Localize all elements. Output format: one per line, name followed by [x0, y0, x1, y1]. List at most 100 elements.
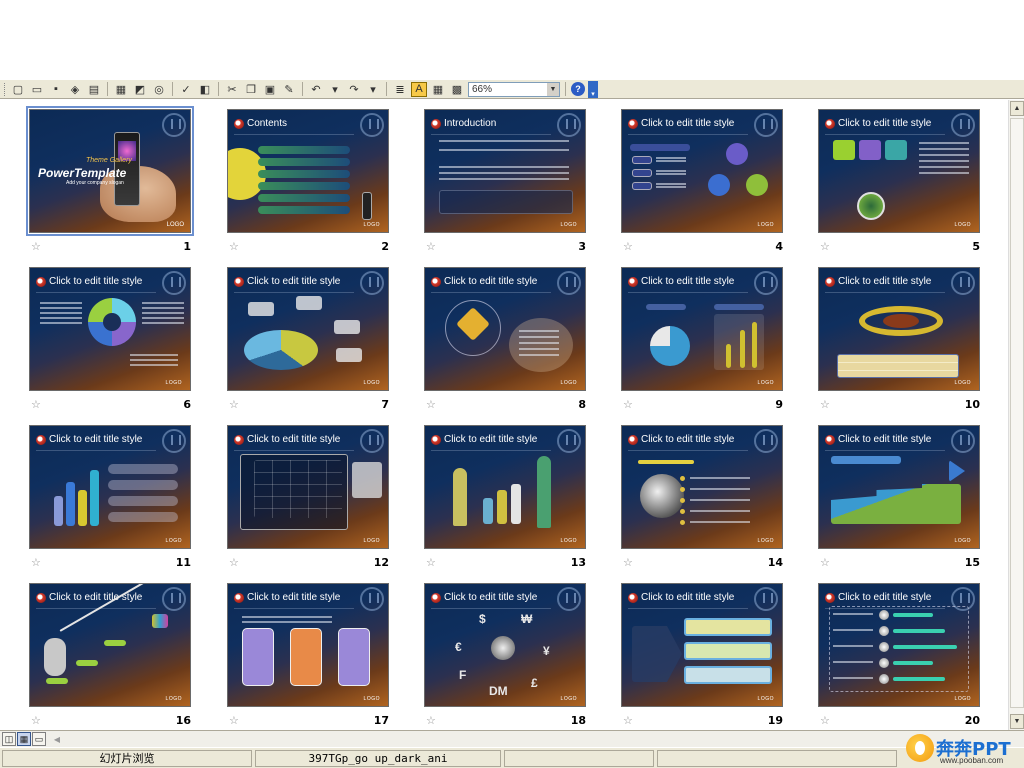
spelling-icon[interactable]: ✓: [178, 82, 194, 97]
scroll-up-icon[interactable]: ▲: [1010, 101, 1024, 116]
expand-all-icon[interactable]: ≣: [392, 82, 408, 97]
slide-16[interactable]: Click to edit title style LOGO ☆ 16: [29, 583, 191, 729]
slide-17[interactable]: Click to edit title style LOGO ☆ 17: [227, 583, 389, 729]
slide-10[interactable]: Click to edit title style LOGO ☆ 10: [818, 267, 980, 413]
slide-sorter-pane[interactable]: Theme Gallery PowerTemplate Add your compa…: [0, 100, 1008, 730]
slide-logo: LOGO: [363, 222, 380, 228]
paste-icon[interactable]: ▣: [262, 82, 278, 97]
pie-chart: [650, 326, 690, 366]
animation-star-icon[interactable]: ☆: [426, 240, 436, 253]
undo-dropdown-icon[interactable]: ▾: [327, 82, 343, 97]
slide-thumbnail[interactable]: Click to edit title style LOGO: [818, 425, 980, 549]
slide-1[interactable]: Theme Gallery PowerTemplate Add your compa…: [26, 106, 194, 255]
save-icon[interactable]: ▪: [48, 82, 64, 97]
slide-thumbnail[interactable]: Theme Gallery PowerTemplate Add your compa…: [26, 106, 194, 236]
open-icon[interactable]: ▭: [29, 82, 45, 97]
slide-9[interactable]: Click to edit title style LOGO ☆ 9: [621, 267, 783, 413]
slide-5[interactable]: Click to edit title style LOGO ☆ 5: [818, 109, 980, 255]
animation-star-icon[interactable]: ☆: [820, 556, 830, 569]
slide-15[interactable]: Click to edit title style LOGO ☆ 15: [818, 425, 980, 571]
animation-star-icon[interactable]: ☆: [426, 398, 436, 411]
new-icon[interactable]: ▢: [10, 82, 26, 97]
scroll-left-icon[interactable]: ◀: [50, 732, 64, 746]
slide-thumbnail[interactable]: Click to edit title style LOGO: [424, 267, 586, 391]
scroll-down-icon[interactable]: ▼: [1010, 714, 1024, 729]
toolbar-grip[interactable]: [4, 82, 7, 96]
slide-thumbnail[interactable]: Click to edit title style LOGO: [29, 583, 191, 707]
print-preview-icon[interactable]: ▦: [113, 82, 129, 97]
animation-star-icon[interactable]: ☆: [229, 556, 239, 569]
scrollbar-thumb[interactable]: [1010, 118, 1024, 708]
vertical-scrollbar[interactable]: ▲ ▼: [1008, 100, 1024, 730]
animation-star-icon[interactable]: ☆: [820, 240, 830, 253]
slide-thumbnail[interactable]: Click to edit title style LOGO: [227, 583, 389, 707]
slide-thumbnail[interactable]: Click to edit title style LOGO: [621, 267, 783, 391]
slide-4[interactable]: Click to edit title style LOGO ☆ 4: [621, 109, 783, 255]
slide-11[interactable]: Click to edit title style LOGO ☆ 11: [29, 425, 191, 571]
research-book-icon[interactable]: ◧: [197, 82, 213, 97]
slide-thumbnail[interactable]: Click to edit title style LOGO: [29, 267, 191, 391]
animation-star-icon[interactable]: ☆: [623, 240, 633, 253]
slide-thumbnail[interactable]: Contents LOGO: [227, 109, 389, 233]
zoom-combobox[interactable]: 66% ▼: [468, 81, 560, 97]
chevron-down-icon[interactable]: ▼: [547, 82, 559, 96]
animation-star-icon[interactable]: ☆: [623, 714, 633, 727]
slide-thumbnail[interactable]: Click to edit title style LOGO: [424, 425, 586, 549]
slide-thumbnail[interactable]: Click to edit title style LOGO: [227, 267, 389, 391]
slide-7[interactable]: Click to edit title style LOGO ☆ 7: [227, 267, 389, 413]
slide-thumbnail[interactable]: Click to edit title style LOGO: [621, 425, 783, 549]
animation-star-icon[interactable]: ☆: [229, 240, 239, 253]
animation-star-icon[interactable]: ☆: [31, 240, 41, 253]
animation-star-icon[interactable]: ☆: [426, 714, 436, 727]
animation-star-icon[interactable]: ☆: [820, 398, 830, 411]
animation-star-icon[interactable]: ☆: [229, 398, 239, 411]
text-placeholder-line: [519, 336, 559, 338]
animation-star-icon[interactable]: ☆: [31, 398, 41, 411]
slide-thumbnail[interactable]: Click to edit title style LOGO: [818, 267, 980, 391]
slide-thumbnail[interactable]: Click to edit title style LOGO: [621, 109, 783, 233]
slide-8[interactable]: Click to edit title style LOGO ☆ 8: [424, 267, 586, 413]
slide-19[interactable]: Click to edit title style LOGO ☆ 19: [621, 583, 783, 729]
print-icon[interactable]: ▤: [86, 82, 102, 97]
slide-thumbnail[interactable]: Click to edit title style LOGO: [818, 583, 980, 707]
format-painter-icon[interactable]: ✎: [281, 82, 297, 97]
slide-thumbnail[interactable]: Click to edit title style LOGO: [227, 425, 389, 549]
slide-2[interactable]: Contents LOGO ☆ 2: [227, 109, 389, 255]
normal-view-icon[interactable]: ◫: [2, 732, 16, 746]
slide-sorter-view-icon[interactable]: ▦: [17, 732, 31, 746]
text-placeholder-line: [833, 629, 873, 631]
grid-icon[interactable]: ▦: [430, 82, 446, 97]
animation-star-icon[interactable]: ☆: [820, 714, 830, 727]
help-icon[interactable]: ?: [571, 82, 585, 96]
redo-icon[interactable]: ↷: [346, 82, 362, 97]
permission-icon[interactable]: ◈: [67, 82, 83, 97]
redo-dropdown-icon[interactable]: ▾: [365, 82, 381, 97]
zoom-lens-icon[interactable]: ◎: [151, 82, 167, 97]
animation-star-icon[interactable]: ☆: [31, 556, 41, 569]
slide-20[interactable]: Click to edit title style LOGO ☆ 20: [818, 583, 980, 729]
slide-18[interactable]: Click to edit title style $ ₩ € ¥ F DM £ LOGO ☆ 18: [424, 583, 586, 729]
slide-13[interactable]: Click to edit title style LOGO ☆ 13: [424, 425, 586, 571]
color-grayscale-icon[interactable]: ▩: [449, 82, 465, 97]
slide-14[interactable]: Click to edit title style LOGO ☆ 14: [621, 425, 783, 571]
cut-icon[interactable]: ✂: [224, 82, 240, 97]
animation-star-icon[interactable]: ☆: [623, 398, 633, 411]
slide-thumbnail[interactable]: Click to edit title style LOGO: [818, 109, 980, 233]
animation-star-icon[interactable]: ☆: [426, 556, 436, 569]
animation-star-icon[interactable]: ☆: [623, 556, 633, 569]
animation-star-icon[interactable]: ☆: [31, 714, 41, 727]
slide-12[interactable]: Click to edit title style LOGO ☆ 12: [227, 425, 389, 571]
slide-6[interactable]: Click to edit title style LOGO ☆ 6: [29, 267, 191, 413]
slide-thumbnail[interactable]: Click to edit title style $ ₩ € ¥ F DM £ LOGO: [424, 583, 586, 707]
animation-star-icon[interactable]: ☆: [229, 714, 239, 727]
slide-3[interactable]: Introduction LOGO ☆ 3: [424, 109, 586, 255]
copy-icon[interactable]: ❐: [243, 82, 259, 97]
undo-icon[interactable]: ↶: [308, 82, 324, 97]
slide-thumbnail[interactable]: Introduction LOGO: [424, 109, 586, 233]
toolbar-options-icon[interactable]: ▾: [588, 80, 598, 98]
slide-thumbnail[interactable]: Click to edit title style LOGO: [29, 425, 191, 549]
research-icon[interactable]: ◩: [132, 82, 148, 97]
show-formatting-icon[interactable]: A: [411, 81, 427, 97]
slide-show-icon[interactable]: ▭: [32, 732, 46, 746]
slide-thumbnail[interactable]: Click to edit title style LOGO: [621, 583, 783, 707]
